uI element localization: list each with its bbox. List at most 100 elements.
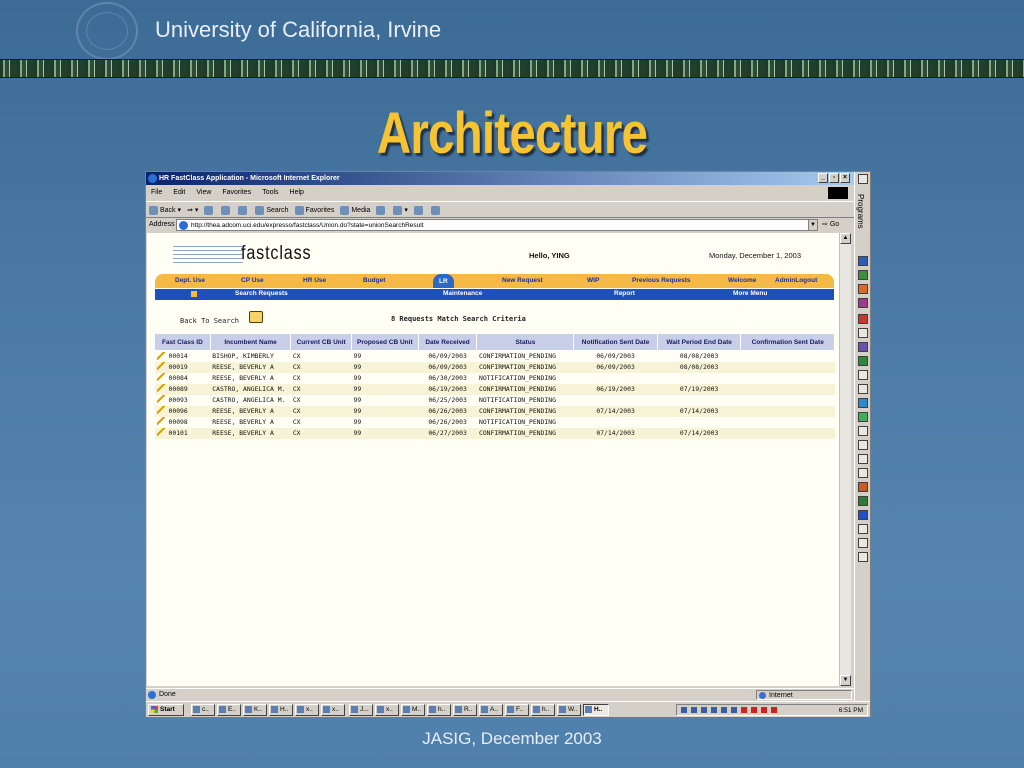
nav-lr[interactable]: LR	[433, 274, 454, 288]
edit-pencil-icon[interactable]	[154, 383, 167, 395]
taskbar-app-button[interactable]: A..	[479, 704, 503, 716]
edit-pencil-icon[interactable]	[154, 405, 167, 417]
cell-id[interactable]: 00096	[166, 405, 211, 417]
table-row[interactable]: 00019 REESE, BEVERLY A CX 99 06/09/2003 CONFI…	[154, 361, 835, 373]
close-button[interactable]: ×	[840, 173, 850, 183]
panel-icon[interactable]	[858, 174, 868, 184]
tray-icon[interactable]	[751, 707, 757, 713]
app-icon[interactable]	[858, 552, 868, 562]
app-icon[interactable]	[858, 524, 868, 534]
address-dropdown-icon[interactable]: ▼	[808, 220, 817, 230]
cell-id[interactable]: 00019	[166, 361, 211, 373]
go-button[interactable]: ⇨ Go	[822, 218, 839, 232]
taskbar-app-button[interactable]: W..	[557, 704, 581, 716]
app-icon[interactable]	[858, 538, 868, 548]
search-button[interactable]: Search	[255, 202, 289, 217]
edit-pencil-icon[interactable]	[154, 350, 167, 362]
menu-edit[interactable]: Edit	[173, 186, 185, 200]
taskbar-app-button[interactable]: h..	[531, 704, 555, 716]
edit-pencil-icon[interactable]	[154, 372, 167, 384]
scroll-up-icon[interactable]: ▲	[840, 233, 851, 244]
scroll-down-icon[interactable]: ▼	[840, 675, 851, 686]
app-icon[interactable]	[858, 370, 868, 380]
nav-cp-use[interactable]: CP Use	[241, 277, 264, 284]
taskbar-app-button[interactable]: c..	[191, 704, 215, 716]
table-row[interactable]: 00089 CASTRO, ANGELICA M. CX 99 06/19/2003 CO…	[154, 383, 835, 395]
back-hand-icon[interactable]	[249, 311, 263, 323]
media-button[interactable]: Media	[340, 202, 370, 217]
taskbar-app-button[interactable]: F..	[505, 704, 529, 716]
stop-button[interactable]	[204, 202, 215, 217]
minimize-button[interactable]: _	[818, 173, 828, 183]
taskbar-app-button[interactable]: J...	[349, 704, 373, 716]
col-header-wait-end-date[interactable]: Wait Period End Date	[656, 333, 742, 351]
col-header-date-received[interactable]: Date Received	[417, 333, 478, 351]
nav-previous-requests[interactable]: Previous Requests	[632, 277, 691, 284]
app-icon[interactable]	[858, 328, 868, 338]
menu-help[interactable]: Help	[290, 186, 304, 200]
nav-search-requests[interactable]: Search Requests	[235, 290, 288, 297]
nav-hr-use[interactable]: HR Use	[303, 277, 326, 284]
menu-file[interactable]: File	[151, 186, 162, 200]
table-row[interactable]: 00084 REESE, BEVERLY A CX 99 06/30/2003 NOTIF…	[154, 372, 835, 384]
tray-icon[interactable]	[701, 707, 707, 713]
app-icon[interactable]	[858, 482, 868, 492]
menu-view[interactable]: View	[196, 186, 211, 200]
cell-id[interactable]: 00093	[166, 394, 211, 406]
col-header-id[interactable]: Fast Class ID	[154, 333, 211, 351]
col-header-status[interactable]: Status	[476, 333, 575, 351]
app-icon[interactable]	[858, 454, 868, 464]
mail-button[interactable]: ▾	[393, 202, 408, 217]
word-icon[interactable]	[858, 256, 868, 266]
col-header-name[interactable]: Incumbent Name	[209, 333, 292, 351]
taskbar-app-button[interactable]: R..	[453, 704, 477, 716]
app-icon[interactable]	[858, 468, 868, 478]
taskbar-app-button[interactable]: K..	[243, 704, 267, 716]
speaker-icon[interactable]	[681, 707, 687, 713]
table-row[interactable]: 00096 REESE, BEVERLY A CX 99 06/26/2003 CONFI…	[154, 405, 835, 417]
nav-welcome[interactable]: Welcome	[728, 277, 756, 284]
powerpoint-icon[interactable]	[858, 284, 868, 294]
tray-icon[interactable]	[691, 707, 697, 713]
table-row[interactable]: 00014 BISHOP, KIMBERLY CX 99 06/09/2003 CONFI…	[154, 350, 835, 362]
col-header-proposed-unit[interactable]: Proposed CB Unit	[350, 333, 419, 351]
edit-pencil-icon[interactable]	[154, 427, 167, 439]
col-header-confirmation-date[interactable]: Confirmation Sent Date	[740, 333, 835, 351]
taskbar-app-button[interactable]: h..	[427, 704, 451, 716]
nav-dept-use[interactable]: Dept. Use	[175, 277, 205, 284]
edit-pencil-icon[interactable]	[154, 394, 167, 406]
print-button[interactable]	[413, 202, 425, 217]
taskbar-app-button[interactable]: H..	[583, 704, 609, 716]
cell-id[interactable]: 00089	[166, 383, 211, 395]
tray-icon[interactable]	[711, 707, 717, 713]
refresh-button[interactable]	[221, 202, 232, 217]
window-titlebar[interactable]: HR FastClass Application - Microsoft Int…	[146, 172, 854, 185]
app-icon[interactable]	[858, 356, 868, 366]
start-button[interactable]: Start	[148, 704, 184, 716]
nav-wip[interactable]: WIP	[587, 277, 599, 284]
app-icon[interactable]	[858, 496, 868, 506]
app-icon[interactable]	[858, 412, 868, 422]
app-icon[interactable]	[858, 398, 868, 408]
edit-pencil-icon[interactable]	[154, 361, 167, 373]
url-input[interactable]: http://thea.adcom.uci.edu/expresso/fastc…	[176, 219, 818, 231]
access-icon[interactable]	[858, 298, 868, 308]
taskbar-app-button[interactable]: E..	[217, 704, 241, 716]
cell-id[interactable]: 00084	[166, 372, 211, 384]
nav-admin-logout[interactable]: AdminLogout	[775, 277, 817, 284]
taskbar-app-button[interactable]: x..	[375, 704, 399, 716]
maximize-button[interactable]: ▫	[829, 173, 839, 183]
table-row[interactable]: 00093 CASTRO, ANGELICA M. CX 99 06/25/2003 NO…	[154, 394, 835, 406]
tray-icon[interactable]	[741, 707, 747, 713]
app-icon[interactable]	[858, 342, 868, 352]
tray-icon[interactable]	[771, 707, 777, 713]
table-row[interactable]: 00101 REESE, BEVERLY A CX 99 06/27/2003 CONFI…	[154, 427, 835, 439]
menu-favorites[interactable]: Favorites	[222, 186, 251, 200]
tray-icon[interactable]	[731, 707, 737, 713]
cell-id[interactable]: 00098	[166, 416, 211, 428]
favorites-button[interactable]: Favorites	[294, 202, 334, 217]
col-header-current-unit[interactable]: Current CB Unit	[290, 333, 352, 351]
app-icon[interactable]	[858, 314, 868, 324]
home-button[interactable]	[238, 202, 249, 217]
back-button[interactable]: Back ▾	[149, 202, 181, 217]
